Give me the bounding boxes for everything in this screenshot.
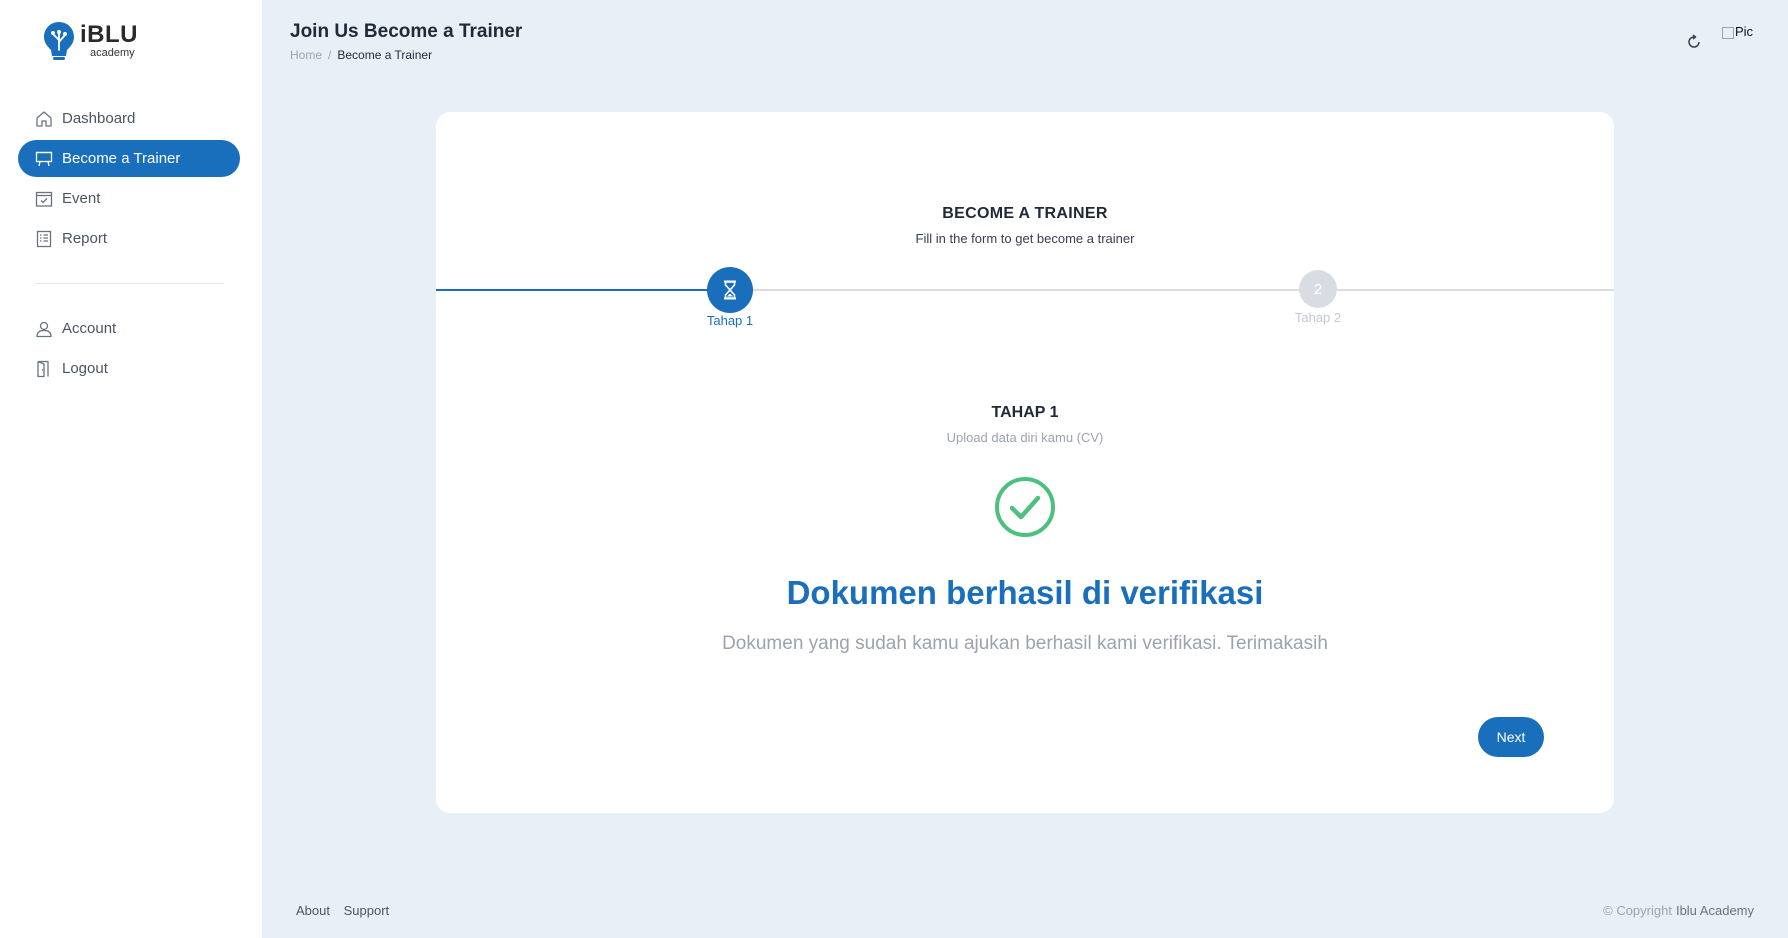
sidebar-divider [34,283,224,284]
stepper-progress [436,289,730,291]
sidebar-item-logout[interactable]: Logout [18,350,240,387]
sidebar-item-label: Event [62,190,101,207]
footer-link-support[interactable]: Support [344,903,390,918]
section-subtitle: Upload data diri kamu (CV) [946,430,1104,445]
door-icon [34,359,54,379]
section-title: TAHAP 1 [991,404,1059,421]
sidebar-item-report[interactable]: Report [18,220,240,257]
lightbulb-logo-icon [44,22,74,60]
sidebar-item-label: Logout [62,360,108,377]
success-check-icon [994,476,1056,543]
brand-sub: academy [90,47,135,59]
step-2-label: Tahap 2 [1294,310,1342,325]
footer-link-about[interactable]: About [296,903,330,918]
breadcrumb-separator: / [328,48,332,62]
report-icon [34,229,54,249]
card-subtitle: Fill in the form to get become a trainer [915,231,1135,246]
brand-name: iBLU [80,21,138,48]
sidebar-item-dashboard[interactable]: Dashboard [18,100,240,137]
sidebar-item-account[interactable]: Account [18,310,240,347]
copyright-text: © Copyright [1603,903,1672,918]
user-icon [34,319,54,339]
sidebar-nav: Dashboard Become a Trainer Event Report [18,100,240,390]
footer-links: About Support [296,903,399,918]
step-2-indicator[interactable]: 2 [1299,270,1337,308]
hourglass-icon [724,280,736,300]
avatar[interactable]: Pic [1722,24,1753,39]
calendar-check-icon [34,189,54,209]
brand-logo[interactable]: iBLU academy [42,20,138,62]
home-icon [34,109,54,129]
page-title: Join Us Become a Trainer [290,21,523,42]
avatar-alt-text: Pic [1735,24,1754,39]
sidebar-item-label: Become a Trainer [62,150,181,167]
broken-image-icon [1722,26,1734,39]
step-2-number: 2 [1313,280,1323,298]
breadcrumb: Home / Become a Trainer [290,48,432,62]
success-title: Dokumen berhasil di verifikasi [786,574,1264,611]
sidebar-item-become-a-trainer[interactable]: Become a Trainer [18,140,240,177]
copyright-brand-link[interactable]: Iblu Academy [1676,903,1754,918]
breadcrumb-current: Become a Trainer [337,48,433,62]
presentation-board-icon [34,149,54,169]
sidebar-item-label: Account [62,320,117,337]
sidebar-item-event[interactable]: Event [18,180,240,217]
success-description: Dokumen yang sudah kamu ajukan berhasil … [722,633,1328,654]
step-1-label: Tahap 1 [706,313,754,328]
card-title: BECOME A TRAINER [942,205,1108,222]
copyright: © Copyright Iblu Academy [1603,903,1754,918]
breadcrumb-home[interactable]: Home [290,48,322,62]
sidebar: iBLU academy Dashboard Become a Trainer … [0,0,262,938]
sidebar-item-label: Dashboard [62,110,136,127]
step-1-indicator[interactable] [707,267,753,313]
next-button[interactable]: Next [1478,717,1544,757]
refresh-icon[interactable] [1684,32,1704,52]
trainer-form-card: BECOME A TRAINER Fill in the form to get… [436,112,1614,813]
sidebar-item-label: Report [62,230,108,247]
